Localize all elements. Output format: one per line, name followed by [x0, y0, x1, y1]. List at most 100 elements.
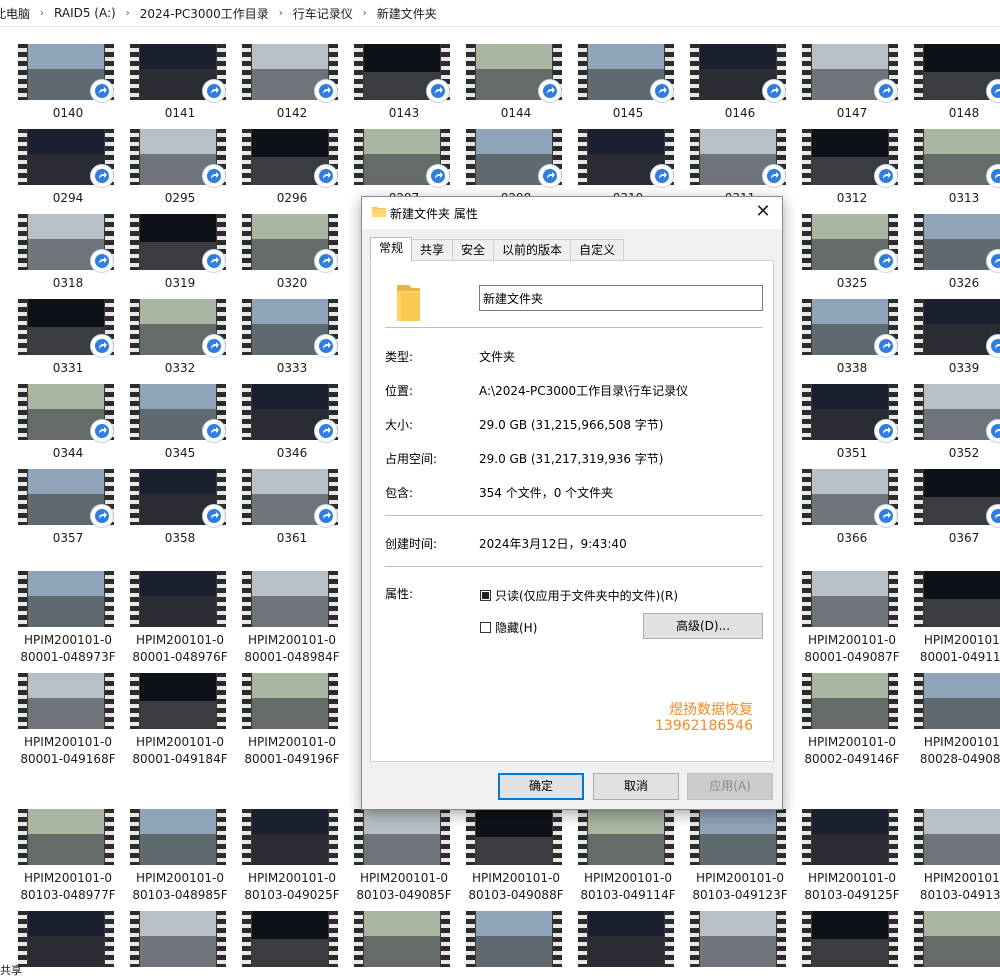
thumbnail	[690, 809, 786, 865]
watermark-phone: 13962186546	[655, 718, 753, 734]
location-value: A:\2024-PC3000工作目录\行车记录仪	[479, 384, 689, 398]
video-file-item[interactable]	[784, 911, 898, 973]
shortcut-arrow-icon	[315, 505, 337, 527]
ok-button[interactable]: 确定	[498, 773, 584, 800]
file-name: HPIM200101-0	[248, 871, 336, 885]
video-file-item[interactable]	[560, 911, 674, 973]
tab-strip: 常规 共享 安全 以前的版本 自定义	[370, 237, 625, 261]
file-name: 80103-049125F	[804, 888, 900, 902]
breadcrumb-item[interactable]: 新建文件夹	[373, 5, 441, 22]
thumbnail	[354, 911, 450, 967]
breadcrumb-item[interactable]: RAID5 (A:)	[50, 6, 120, 20]
video-file-item[interactable]	[448, 911, 562, 973]
file-name: 0367	[948, 531, 980, 545]
hidden-checkbox[interactable]	[480, 622, 491, 633]
file-name: 0313	[948, 191, 980, 205]
attributes-label: 属性:	[385, 587, 414, 601]
file-name: 80001-049087F	[804, 650, 900, 664]
thumbnail	[914, 809, 1000, 865]
readonly-label[interactable]: 只读(仅应用于文件夹中的文件)(R)	[495, 587, 678, 604]
video-file-item[interactable]	[112, 911, 226, 973]
hidden-label[interactable]: 隐藏(H)	[495, 619, 537, 636]
shortcut-arrow-icon	[315, 165, 337, 187]
tab-sharing[interactable]: 共享	[411, 239, 454, 261]
file-name: 0146	[724, 106, 756, 120]
shortcut-arrow-icon	[875, 420, 897, 442]
thumbnail	[130, 809, 226, 865]
thumbnail	[466, 809, 562, 865]
chevron-right-icon[interactable]: ›	[34, 8, 50, 19]
video-file-item[interactable]	[224, 911, 338, 973]
close-button[interactable]: ✕	[752, 202, 774, 224]
file-name: 0296	[276, 191, 308, 205]
breadcrumb-item[interactable]: 此电脑	[0, 5, 34, 22]
created-label: 创建时间:	[385, 537, 438, 551]
video-file-item[interactable]	[896, 911, 1000, 973]
file-name: 0346	[276, 446, 308, 460]
file-name: 80001-048976F	[132, 650, 228, 664]
chevron-right-icon[interactable]: ›	[357, 8, 373, 19]
thumbnail	[130, 911, 226, 967]
thumbnail	[578, 911, 674, 967]
thumbnail	[242, 571, 338, 627]
shortcut-arrow-icon	[763, 165, 785, 187]
apply-button[interactable]: 应用(A)	[687, 773, 773, 800]
shortcut-arrow-icon	[875, 80, 897, 102]
chevron-right-icon[interactable]: ›	[273, 8, 289, 19]
file-name: 0351	[836, 446, 868, 460]
created-value: 2024年3月12日，9:43:40	[479, 537, 627, 551]
watermark-name: 煜扬数据恢复	[669, 702, 753, 718]
folder-name-input[interactable]	[479, 285, 763, 311]
file-name: HPIM200101-	[923, 633, 1000, 647]
file-name: 0358	[164, 531, 196, 545]
file-name: 80028-049083	[919, 752, 1000, 766]
chevron-right-icon[interactable]: ›	[120, 8, 136, 19]
shortcut-arrow-icon	[763, 80, 785, 102]
file-name: 0338	[836, 361, 868, 375]
file-name: 0144	[500, 106, 532, 120]
thumbnail	[18, 571, 114, 627]
breadcrumb-item[interactable]: 行车记录仪	[289, 5, 357, 22]
file-name: 0326	[948, 276, 980, 290]
cancel-button[interactable]: 取消	[593, 773, 679, 800]
shortcut-arrow-icon	[203, 250, 225, 272]
thumbnail	[914, 911, 1000, 967]
shortcut-arrow-icon	[427, 165, 449, 187]
thumbnail	[578, 809, 674, 865]
file-name: HPIM200101-0	[696, 871, 784, 885]
file-name: HPIM200101-0	[584, 871, 672, 885]
video-file-item[interactable]	[672, 911, 786, 973]
file-name: 0294	[52, 191, 84, 205]
dialog-titlebar[interactable]: 新建文件夹 属性 ✕	[362, 197, 782, 229]
tab-customize[interactable]: 自定义	[570, 239, 625, 261]
type-label: 类型:	[385, 350, 414, 364]
file-name: 0142	[276, 106, 308, 120]
shortcut-arrow-icon	[875, 250, 897, 272]
file-name: 80001-049168F	[20, 752, 116, 766]
tab-general[interactable]: 常规	[370, 237, 413, 261]
thumbnail	[242, 809, 338, 865]
file-name: 0361	[276, 531, 308, 545]
shortcut-arrow-icon	[315, 335, 337, 357]
file-name: 80103-048977F	[20, 888, 116, 902]
file-name: HPIM200101-0	[136, 633, 224, 647]
disk-size-label: 占用空间:	[385, 452, 438, 466]
tab-previous-versions[interactable]: 以前的版本	[493, 239, 572, 261]
file-name: 0333	[276, 361, 308, 375]
file-name: HPIM200101-0	[24, 871, 112, 885]
tab-security[interactable]: 安全	[452, 239, 495, 261]
thumbnail	[802, 809, 898, 865]
folder-icon	[397, 285, 420, 321]
readonly-checkbox[interactable]	[480, 590, 491, 601]
contains-value: 354 个文件，0 个文件夹	[479, 486, 614, 500]
shortcut-arrow-icon	[91, 335, 113, 357]
video-file-item[interactable]	[336, 911, 450, 973]
advanced-button[interactable]: 高级(D)...	[643, 613, 763, 639]
divider	[385, 566, 763, 567]
file-name: 80103-048985F	[132, 888, 228, 902]
file-name: 80001-048984F	[244, 650, 340, 664]
shortcut-arrow-icon	[203, 165, 225, 187]
file-name: HPIM200101-0	[136, 735, 224, 749]
file-name: 0320	[276, 276, 308, 290]
breadcrumb-item[interactable]: 2024-PC3000工作目录	[136, 5, 273, 22]
